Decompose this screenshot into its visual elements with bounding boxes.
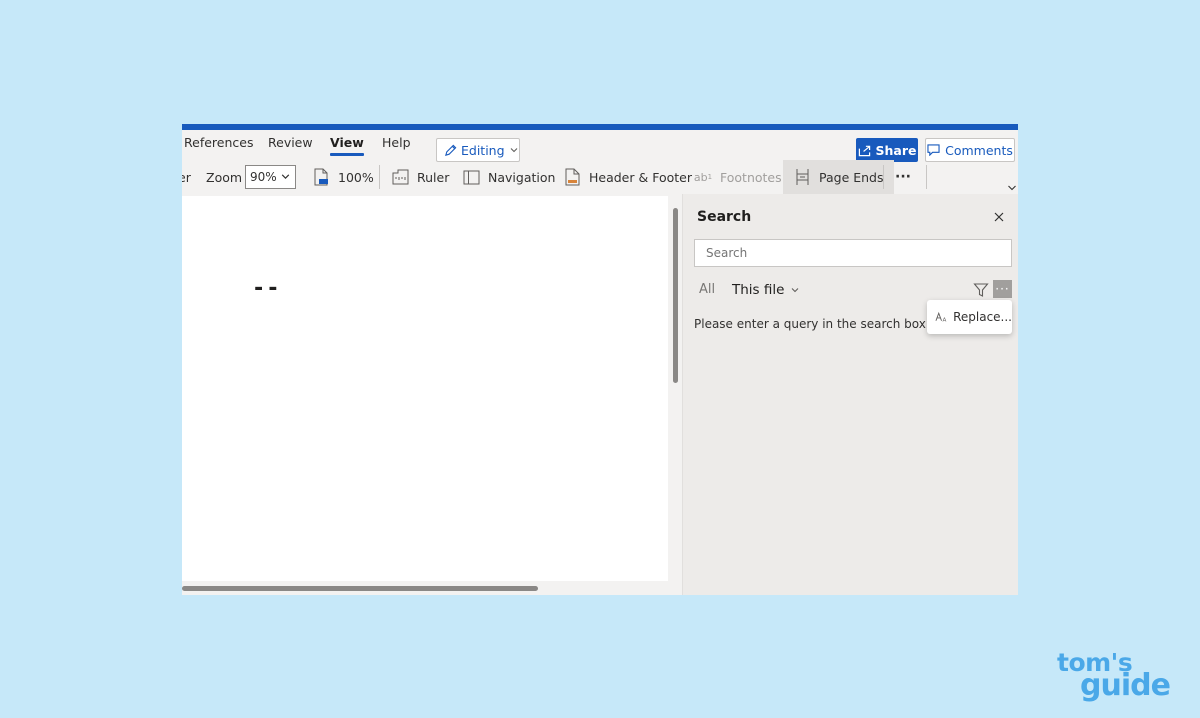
ribbon-item-truncated[interactable]: er <box>182 160 191 194</box>
footnotes-button[interactable]: ab 1 Footnotes <box>694 160 782 194</box>
ribbon-tabs: References Review View Help Editing Shar… <box>182 130 1018 162</box>
chevron-down-icon <box>510 148 517 153</box>
search-pane-title: Search <box>697 209 752 225</box>
ribbon-separator <box>379 165 380 189</box>
ruler-icon <box>391 168 409 186</box>
footnote-icon: ab 1 <box>693 170 713 184</box>
tab-references[interactable]: References <box>184 136 253 158</box>
scope-all-tab[interactable]: All <box>699 282 715 297</box>
document-area: -- <box>182 194 682 595</box>
document-page[interactable]: -- <box>182 196 668 581</box>
zoom-value: 90% <box>250 170 277 184</box>
editing-label: Editing <box>461 142 505 158</box>
more-ribbon-button[interactable]: ··· <box>895 160 911 194</box>
search-pane: Search All This file ··· Please enter a … <box>683 194 1018 595</box>
view-ribbon: er Zoom 90% 100% Ruler Navigation <box>182 160 1018 194</box>
tab-help[interactable]: Help <box>382 136 411 158</box>
document-text: -- <box>252 276 281 301</box>
pencil-icon <box>445 144 457 156</box>
ribbon-expand-chevron-icon[interactable] <box>1007 184 1017 192</box>
search-empty-message: Please enter a query in the search box. <box>694 317 930 331</box>
ribbon-separator <box>883 165 884 189</box>
close-icon[interactable] <box>992 210 1006 224</box>
more-options-button[interactable]: ··· <box>993 280 1012 298</box>
chevron-down-icon <box>281 174 290 180</box>
navigation-button[interactable]: Navigation <box>462 160 555 194</box>
chevron-down-icon <box>792 288 799 293</box>
zoom-label: Zoom <box>206 169 243 185</box>
page-ends-icon <box>793 168 811 186</box>
vertical-scrollbar[interactable] <box>673 208 678 383</box>
editing-mode-button[interactable]: Editing <box>436 138 520 162</box>
replace-icon: A <box>935 311 946 323</box>
toms-guide-logo: tom's guide <box>1055 648 1177 704</box>
filter-icon[interactable] <box>973 282 989 298</box>
share-label: Share <box>875 142 917 158</box>
ribbon-truncated-label: er <box>182 169 191 185</box>
zoom-select[interactable]: 90% <box>245 165 296 189</box>
search-input[interactable] <box>694 239 1012 267</box>
ruler-button[interactable]: Ruler <box>391 160 449 194</box>
logo-line-2: guide <box>1080 668 1171 703</box>
navigation-pane-icon <box>462 168 480 186</box>
horizontal-scrollbar[interactable] <box>182 586 538 591</box>
scope-this-file-label: This file <box>732 282 785 298</box>
ribbon-separator <box>926 165 927 189</box>
page-ends-button[interactable]: Page Ends <box>783 160 894 194</box>
page-100-icon <box>312 168 330 186</box>
zoom-100-button[interactable]: 100% <box>312 160 374 194</box>
scope-this-file-dropdown[interactable]: This file <box>732 282 800 298</box>
replace-label: Replace... <box>953 310 1012 324</box>
comment-icon <box>927 144 940 156</box>
share-button[interactable]: Share <box>856 138 918 162</box>
comments-button[interactable]: Comments <box>925 138 1015 162</box>
tab-view[interactable]: View <box>330 136 364 158</box>
share-icon <box>858 145 870 156</box>
tab-review[interactable]: Review <box>268 136 313 158</box>
svg-text:A: A <box>942 318 946 323</box>
comments-label: Comments <box>945 142 1013 158</box>
replace-menu-item[interactable]: A Replace... <box>927 300 1012 334</box>
header-footer-button[interactable]: Header & Footer <box>563 160 692 194</box>
word-window: References Review View Help Editing Shar… <box>182 124 1018 595</box>
header-footer-icon <box>563 168 581 186</box>
